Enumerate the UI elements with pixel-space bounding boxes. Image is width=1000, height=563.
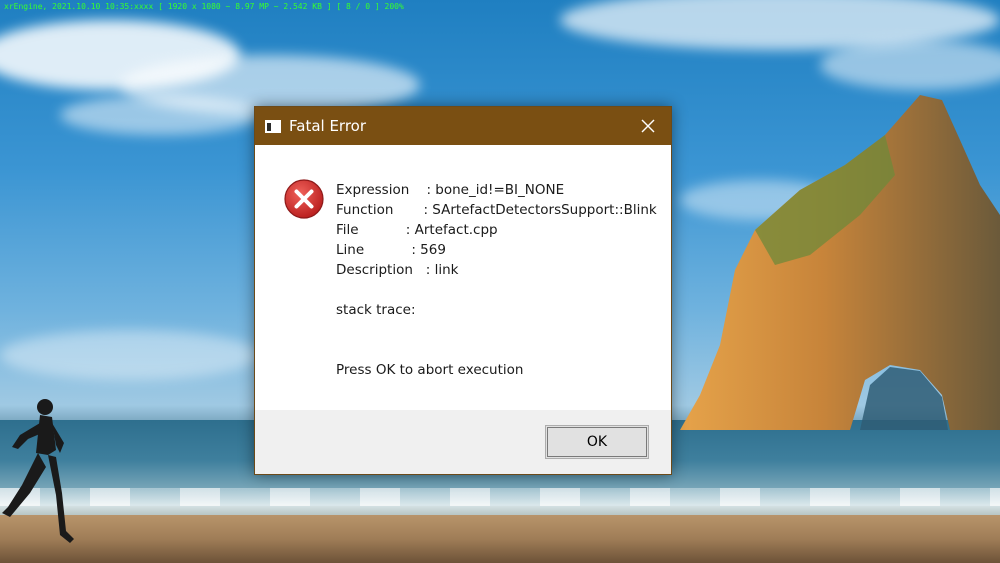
runner-silhouette	[2, 399, 74, 543]
window-icon	[265, 119, 281, 133]
close-icon	[641, 119, 655, 133]
error-icon	[284, 179, 324, 219]
desktop-background: xrEngine, 2021.10.10 10:35:xxxx [ 1920 x…	[0, 0, 1000, 563]
message-description: Description : link	[336, 262, 459, 278]
dialog-footer: OK	[255, 410, 671, 474]
cloud	[60, 95, 260, 135]
message-prompt: Press OK to abort execution	[336, 362, 524, 378]
cloud	[0, 330, 260, 380]
cloud	[820, 40, 1000, 90]
rock-arch	[680, 95, 1000, 430]
message-function: Function : SArtefactDetectorsSupport::Bl…	[336, 202, 657, 218]
dialog-title: Fatal Error	[289, 117, 367, 135]
message-file: File : Artefact.cpp	[336, 222, 498, 238]
message-stack-trace: stack trace:	[336, 302, 416, 318]
message-line: Line : 569	[336, 242, 446, 258]
dialog-titlebar[interactable]: Fatal Error	[255, 107, 671, 145]
beach-sand	[0, 515, 1000, 563]
ok-button[interactable]: OK	[545, 425, 649, 459]
dialog-content: Expression : bone_id!=BI_NONE Function :…	[255, 145, 671, 412]
debug-overlay-text: xrEngine, 2021.10.10 10:35:xxxx [ 1920 x…	[4, 2, 404, 11]
close-button[interactable]	[625, 107, 671, 145]
sea-foam	[0, 488, 1000, 506]
error-message: Expression : bone_id!=BI_NONE Function :…	[336, 180, 657, 380]
message-expression: Expression : bone_id!=BI_NONE	[336, 182, 565, 198]
fatal-error-dialog: Fatal Error Expression: bone_id!=BI_NON…	[254, 106, 672, 475]
